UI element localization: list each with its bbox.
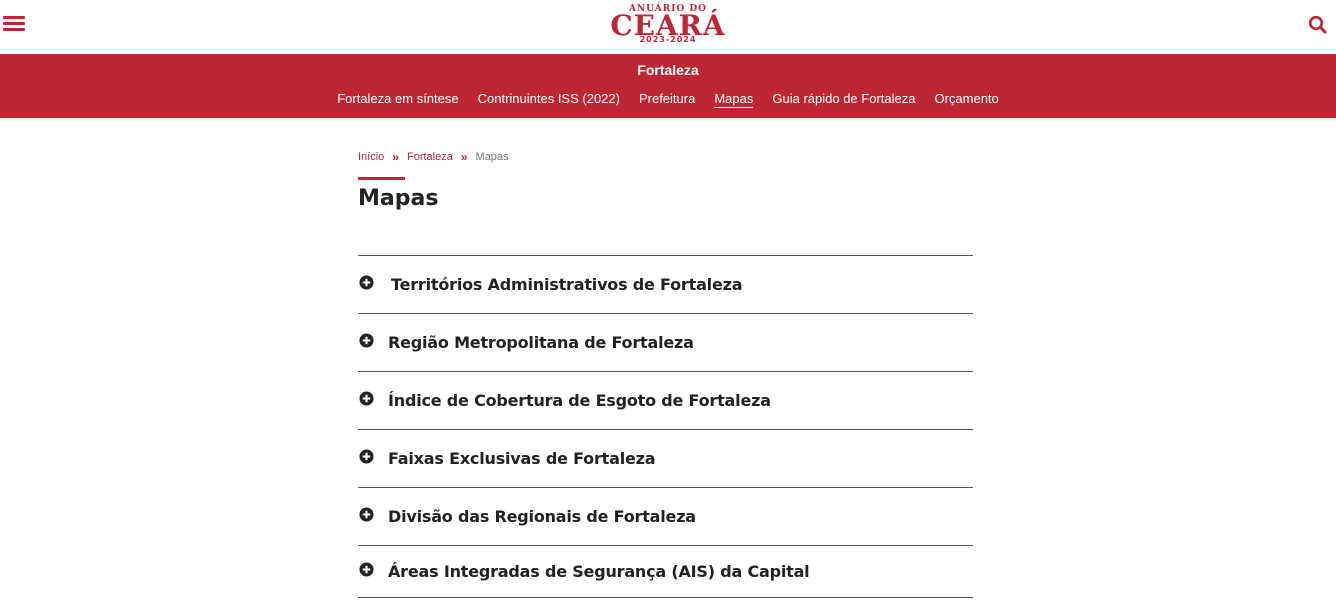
header-shadow (0, 118, 1336, 122)
nav-fortaleza-em-sintese[interactable]: Fortaleza em síntese (337, 91, 458, 108)
nav-orcamento[interactable]: Orçamento (934, 91, 998, 108)
search-icon[interactable] (1308, 15, 1328, 35)
plus-circle-icon (359, 333, 374, 348)
plus-circle-icon (359, 275, 374, 290)
site-logo[interactable]: ANUÁRIO DO CEARÁ 2023-2024 (610, 4, 726, 50)
accordion-item-territorios[interactable]: Territórios Administrativos de Fortaleza (358, 256, 973, 314)
nav-contribuintes-iss[interactable]: Contrinuintes ISS (2022) (478, 91, 620, 108)
accordion-item-label: Índice de Cobertura de Esgoto de Fortale… (388, 391, 771, 410)
plus-circle-icon (359, 507, 374, 522)
breadcrumb-current: Mapas (475, 151, 509, 163)
breadcrumb-separator: » (460, 150, 468, 164)
plus-circle-icon (359, 449, 374, 464)
section-nav: Fortaleza em síntese Contrinuintes ISS (… (0, 91, 1336, 108)
page-title: Mapas (358, 186, 439, 211)
maps-accordion: Territórios Administrativos de Fortaleza… (358, 255, 973, 598)
site-header: ANUÁRIO DO CEARÁ 2023-2024 (0, 0, 1336, 54)
accordion-item-areas-seguranca[interactable]: Áreas Integradas de Segurança (AIS) da C… (358, 546, 973, 598)
accordion-item-divisao-regionais[interactable]: Divisão das Regionais de Fortaleza (358, 488, 973, 546)
nav-guia-rapido[interactable]: Guia rápido de Fortaleza (772, 91, 915, 108)
plus-circle-icon (359, 391, 374, 406)
section-nav-bar: Fortaleza Fortaleza em síntese Contrinui… (0, 54, 1336, 118)
accordion-item-label: Região Metropolitana de Fortaleza (388, 333, 694, 352)
breadcrumb-fortaleza[interactable]: Fortaleza (407, 151, 453, 163)
accordion-item-label: Faixas Exclusivas de Fortaleza (388, 449, 656, 468)
accordion-item-regiao-metropolitana[interactable]: Região Metropolitana de Fortaleza (358, 314, 973, 372)
nav-mapas[interactable]: Mapas (714, 91, 754, 108)
accordion-item-label: Territórios Administrativos de Fortaleza (391, 275, 743, 294)
accordion-item-label: Áreas Integradas de Segurança (AIS) da C… (388, 562, 810, 581)
breadcrumb: Início » Fortaleza » Mapas (358, 150, 509, 164)
nav-prefeitura[interactable]: Prefeitura (639, 91, 695, 108)
section-title: Fortaleza (637, 62, 699, 78)
plus-circle-icon (359, 562, 374, 577)
accordion-item-faixas-exclusivas[interactable]: Faixas Exclusivas de Fortaleza (358, 430, 973, 488)
accordion-item-cobertura-esgoto[interactable]: Índice de Cobertura de Esgoto de Fortale… (358, 372, 973, 430)
hamburger-menu-icon[interactable] (3, 14, 25, 34)
title-accent-bar (358, 177, 405, 180)
accordion-item-label: Divisão das Regionais de Fortaleza (388, 507, 696, 526)
breadcrumb-inicio[interactable]: Início (358, 151, 384, 163)
breadcrumb-separator: » (392, 150, 399, 164)
